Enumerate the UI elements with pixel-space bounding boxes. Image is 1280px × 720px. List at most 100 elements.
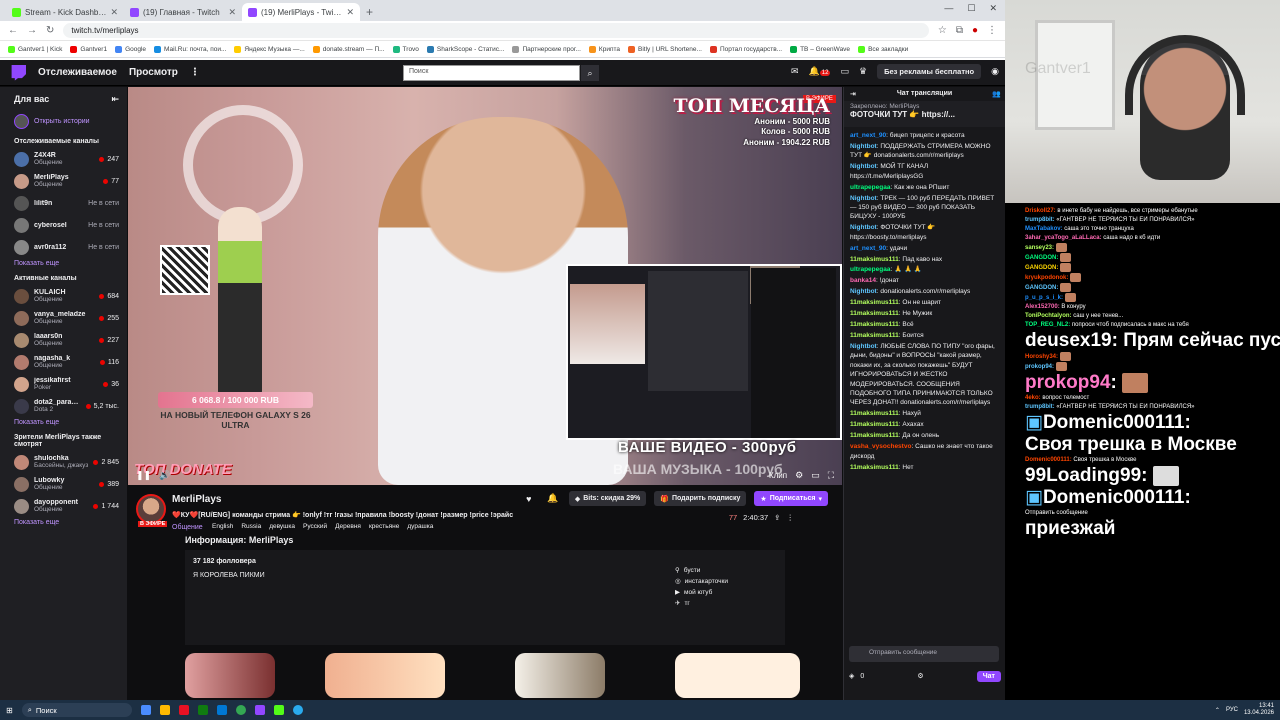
link-boosty[interactable]: ⚲ бусти [675,566,728,575]
sidebar-channel[interactable]: Z4X4R Общение 247 [0,148,127,170]
bookmark-item[interactable]: Gantver1 | Kick [8,45,62,53]
bookmark-item[interactable]: Mail.Ru: почта, пои... [154,45,226,53]
crown-icon[interactable]: ♛ [859,66,867,77]
chat-username[interactable]: Nightbot [850,143,877,150]
whispers-icon[interactable]: ▭ [840,66,849,77]
chat-input[interactable]: Отправить сообщение [849,646,999,662]
bookmark-item[interactable]: Крипта [588,45,620,53]
chat-username[interactable]: ultrapepegaa [850,184,890,191]
settings-icon[interactable]: ⚙ [795,470,803,481]
sidebar-channel[interactable]: lilit9n Не в сети [0,192,127,214]
app-icon[interactable] [273,705,284,715]
notification-bell-icon[interactable]: 🔔 [545,491,561,506]
subscribe-button[interactable]: ★ Подписаться ▾ [754,491,828,506]
windows-start-icon[interactable]: ⊞ [6,706,13,715]
nav-browse[interactable]: Просмотр [129,67,178,78]
link-youtube[interactable]: ▶ мой ютуб [675,588,728,597]
stream-category[interactable]: Общение [172,524,203,531]
new-tab-button[interactable]: + [366,3,373,21]
sidebar-channel[interactable]: dayopponent Общение 1 744 [0,495,127,517]
sidebar-channel[interactable]: Lubowky Общение 389 [0,473,127,495]
sidebar-channel[interactable]: nagasha_k Общение 116 [0,351,127,373]
link-instagram[interactable]: ◎ инстакарточки [675,577,728,586]
app-icon[interactable] [197,705,208,715]
channel-points-icon[interactable]: ◈ [849,672,854,680]
stream-tag[interactable]: девушка [269,523,295,530]
inbox-icon[interactable]: ✉ [791,66,799,77]
chat-username[interactable]: vasha_vysochestvo [850,443,911,450]
sidebar-channel[interactable]: dota2_paragon_ruDota 2 5,2 тыс. [0,395,127,417]
chat-username[interactable]: Nightbot [850,195,877,202]
tray-icons[interactable]: ⌃ [1215,707,1220,714]
back-icon[interactable]: ← [8,25,18,36]
panel-image[interactable] [185,653,275,698]
open-stories[interactable]: Открыть истории [0,110,127,132]
bookmark-item[interactable]: Все закладки [858,45,908,53]
chat-username[interactable]: 11maksimus111 [850,421,899,428]
gift-sub-button[interactable]: 🎁 Подарить подписку [654,491,747,506]
bookmark-item[interactable]: Bitly | URL Shortene... [628,45,702,53]
stream-tag[interactable]: Русский [303,523,327,530]
bits-button[interactable]: ◆ Bits: скидка 29% [568,491,647,506]
sidebar-channel[interactable]: cyberosel Не в сети [0,214,127,236]
show-more-link[interactable]: Показать еще [0,417,127,428]
chat-username[interactable]: Nightbot [850,288,877,295]
browser-tab-twitch-home[interactable]: (19) Главная - Twitch ✕ [124,3,242,21]
clock[interactable]: 13:41 13.04.2026 [1244,703,1274,716]
collapse-sidebar-icon[interactable]: ⇤ [111,94,119,105]
minimize-icon[interactable]: — [944,3,953,14]
channel-name[interactable]: MerliPlays [172,494,221,505]
bookmark-item[interactable]: TB – GreenWave [790,45,850,53]
maximize-icon[interactable]: ☐ [967,3,975,14]
stream-tag[interactable]: Деревня [335,523,361,530]
sidebar-channel[interactable]: avr0ra112 Не в сети [0,236,127,258]
bookmark-item[interactable]: Gantver1 [70,45,107,53]
follow-heart-icon[interactable]: ♥ [521,491,537,506]
stream-tag[interactable]: дурашка [407,523,433,530]
stream-tag[interactable]: English [212,523,233,530]
forward-icon[interactable]: → [27,25,37,36]
more-options-icon[interactable]: ⋮ [787,513,795,522]
close-window-icon[interactable]: ✕ [989,3,997,14]
search-input[interactable]: Поиск [403,65,580,81]
no-ads-button[interactable]: Без рекламы бесплатно [877,64,982,79]
pinned-message[interactable]: Закреплено: MerliPlays ФОТОЧКИ ТУТ 👉 htt… [844,101,1005,127]
pause-icon[interactable]: ❚❚ [136,470,151,481]
bookmark-item[interactable]: Портал государств... [709,45,782,53]
chat-username[interactable]: ultrapepegaa [850,266,890,273]
profile-icon[interactable]: ● [972,25,978,36]
chat-username[interactable]: 11maksimus111 [850,332,899,339]
chat-username[interactable]: 11maksimus111 [850,410,899,417]
sidebar-channel[interactable]: jessikafirst Poker 36 [0,373,127,395]
chat-username[interactable]: 11maksimus111 [850,321,899,328]
chat-username[interactable]: 11maksimus111 [850,432,899,439]
sidebar-channel[interactable]: shulochkaБассейны, джакузи и п... 2 845 [0,451,127,473]
show-more-link[interactable]: Показать еще [0,517,127,528]
language-indicator[interactable]: РУС [1226,707,1238,713]
channel-avatar[interactable] [136,494,166,524]
star-icon[interactable]: ☆ [938,25,947,36]
panel-image[interactable] [325,653,445,698]
theater-mode-icon[interactable]: ▭ [811,470,820,481]
chat-username[interactable]: art_next_90 [850,132,886,139]
settings-icon[interactable]: ⚙ [917,672,923,680]
link-telegram[interactable]: ✈ тг [675,599,728,608]
app-icon[interactable] [216,705,227,715]
chrome-icon[interactable] [235,705,246,715]
search-icon[interactable]: ⌕ [581,65,599,81]
sidebar-channel[interactable]: MerliPlays Общение 77 [0,170,127,192]
clip-button[interactable]: Клип [769,471,787,480]
close-icon[interactable]: ✕ [110,7,118,18]
app-icon[interactable] [254,705,265,715]
close-icon[interactable]: ✕ [346,7,354,18]
chat-username[interactable]: 11maksimus111 [850,256,899,263]
notifications-icon[interactable]: 🔔 12 [809,66,831,77]
send-chat-button[interactable]: Чат [976,670,1001,682]
panel-image[interactable] [515,653,605,698]
app-icon[interactable] [159,705,170,715]
bookmark-item[interactable]: donate.stream — П... [312,45,385,53]
bookmark-item[interactable]: Google [115,45,146,53]
chat-username[interactable]: Nightbot [850,224,877,231]
chat-username[interactable]: 11maksimus111 [850,310,899,317]
reload-icon[interactable]: ↻ [46,25,54,36]
